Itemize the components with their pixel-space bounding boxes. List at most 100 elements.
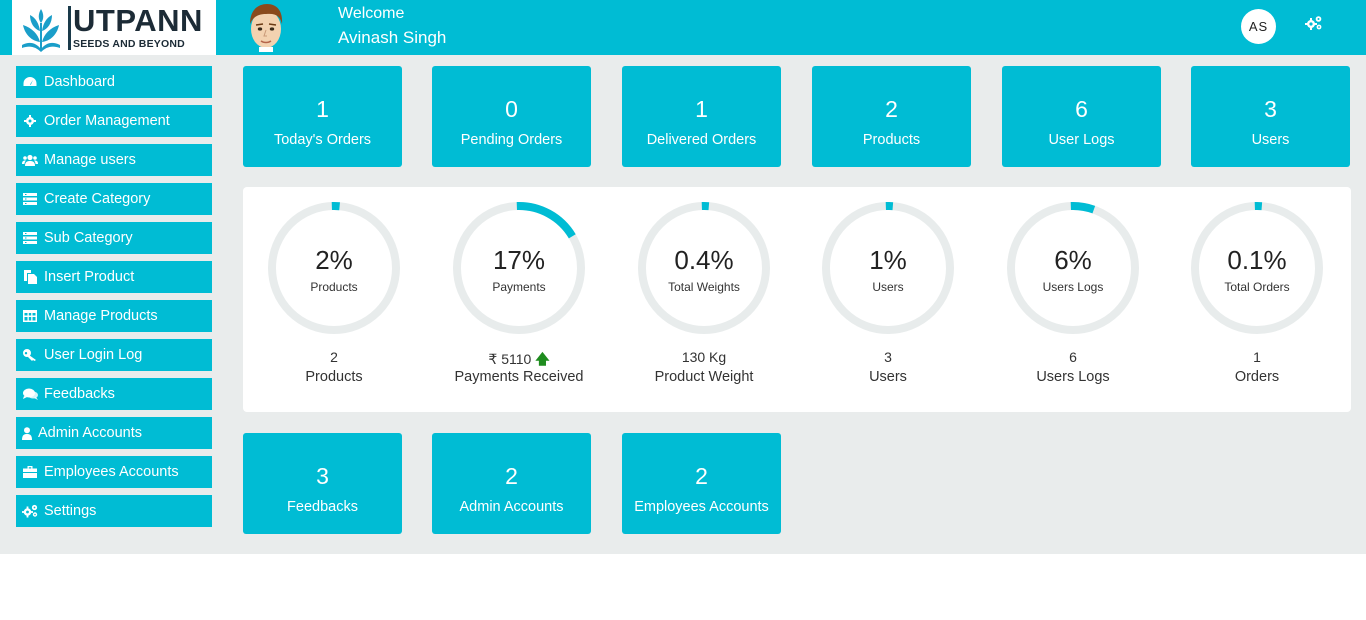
tile-label: Products <box>862 132 921 148</box>
tile-products[interactable]: 2 Products <box>812 66 971 167</box>
gauge-caption: Payments Received <box>454 369 584 385</box>
gauge-caption: Orders <box>1234 369 1280 385</box>
list-icon <box>22 192 38 206</box>
sidebar-nav: Dashboard Order Management Manage users … <box>16 66 212 534</box>
sidebar-item-label: Sub Category <box>44 230 133 246</box>
tile-delivered-orders[interactable]: 1 Delivered Orders <box>622 66 781 167</box>
sidebar-item-user-login-log[interactable]: User Login Log <box>16 339 212 371</box>
sidebar-item-label: Feedbacks <box>44 386 115 402</box>
tile-label: Delivered Orders <box>646 132 757 148</box>
gauge-caption: Users Logs <box>1036 369 1110 385</box>
gauge-total-orders: 0.1% Total Orders 1 Orders <box>1190 201 1324 385</box>
sidebar-item-dashboard[interactable]: Dashboard <box>16 66 212 98</box>
gauge-users-logs: 6% Users Logs 6 Users Logs <box>1006 201 1140 385</box>
tile-value: 6 <box>1075 96 1088 122</box>
tile-admin-accounts[interactable]: 2 Admin Accounts <box>432 433 591 534</box>
welcome-label: Welcome <box>338 5 405 22</box>
tile-value: 2 <box>885 96 898 122</box>
gauge-caption: Products <box>305 369 363 385</box>
brand-text: UTPANN SEEDS AND BEYOND <box>73 5 203 50</box>
gauge-value: 2 <box>237 349 431 365</box>
gauge-payments: 17% Payments ₹ 5110 🡅 Payments Received <box>452 201 586 385</box>
gauge-percent: 17% <box>492 245 546 275</box>
tile-value: 2 <box>505 463 518 489</box>
sidebar-item-feedbacks[interactable]: Feedbacks <box>16 378 212 410</box>
gauge-label: Products <box>310 280 358 294</box>
gauge-percent: 6% <box>1054 245 1092 275</box>
brand-tagline: SEEDS AND BEYOND <box>73 38 185 51</box>
comments-icon <box>22 387 38 401</box>
gauge-label: Total Weights <box>668 280 740 294</box>
sidebar-item-insert-product[interactable]: Insert Product <box>16 261 212 293</box>
sidebar-item-manage-users[interactable]: Manage users <box>16 144 212 176</box>
gauge-value-text: 2 <box>330 349 338 365</box>
brand-logo[interactable]: UTPANN SEEDS AND BEYOND <box>12 0 216 55</box>
sidebar-item-sub-category[interactable]: Sub Category <box>16 222 212 254</box>
user-initials-avatar[interactable]: AS <box>1241 9 1276 44</box>
list-icon <box>22 231 38 245</box>
gears-icon <box>22 504 38 518</box>
user-icon <box>22 426 32 440</box>
tile-label: Today's Orders <box>273 132 372 148</box>
tile-users[interactable]: 3 Users <box>1191 66 1350 167</box>
copy-icon <box>22 270 38 284</box>
gauge-value: 130 Kg <box>607 349 801 365</box>
users-icon <box>22 153 38 167</box>
gauge-value-text: 130 Kg <box>681 349 727 365</box>
welcome-block: Welcome Avinash Singh <box>338 5 446 48</box>
sidebar-item-employees-accounts[interactable]: Employees Accounts <box>16 456 212 488</box>
tile-value: 3 <box>316 463 329 489</box>
sidebar-item-label: User Login Log <box>44 347 143 363</box>
tile-value: 0 <box>505 96 518 122</box>
user-name: Avinash Singh <box>338 28 447 47</box>
tile-todays-orders[interactable]: 1 Today's Orders <box>243 66 402 167</box>
gauge-products: 2% Products 2 Products <box>267 201 401 385</box>
sidebar-item-label: Insert Product <box>44 269 135 285</box>
tile-pending-orders[interactable]: 0 Pending Orders <box>432 66 591 167</box>
tile-label: Pending Orders <box>460 132 563 148</box>
sidebar-item-label: Settings <box>44 503 97 519</box>
tile-employees-accounts[interactable]: 2 Employees Accounts <box>622 433 781 534</box>
sidebar-item-label: Manage Products <box>44 308 158 324</box>
tile-feedbacks[interactable]: 3 Feedbacks <box>243 433 402 534</box>
gear-icon <box>22 114 38 128</box>
sidebar-item-label: Employees Accounts <box>44 464 179 480</box>
gauge-value: 3 <box>791 349 985 365</box>
tile-label: Admin Accounts <box>459 499 564 515</box>
gauge-percent: 1% <box>869 245 907 275</box>
tile-label: Employees Accounts <box>634 499 769 515</box>
table-icon <box>22 309 38 323</box>
gauge-value-text: 1 <box>1253 349 1261 365</box>
gauge-caption: Users <box>869 369 907 385</box>
sidebar-item-order-management[interactable]: Order Management <box>16 105 212 137</box>
settings-gears-icon[interactable] <box>1305 15 1323 31</box>
sidebar-item-create-category[interactable]: Create Category <box>16 183 212 215</box>
gauge-value: 6 <box>976 349 1170 365</box>
brand-name: UTPANN <box>73 3 203 39</box>
tile-user-logs[interactable]: 6 User Logs <box>1002 66 1161 167</box>
sidebar-item-label: Order Management <box>44 113 170 129</box>
gauge-value-text: ₹ 5110 <box>488 351 532 367</box>
tile-value: 1 <box>695 96 708 122</box>
gauge-users: 1% Users 3 Users <box>821 201 955 385</box>
dashboard-icon <box>22 75 38 89</box>
top-header: UTPANN SEEDS AND BEYOND Welcome Avinash … <box>0 0 1366 55</box>
tile-label: User Logs <box>1048 132 1115 148</box>
sidebar-item-manage-products[interactable]: Manage Products <box>16 300 212 332</box>
gauge-percent: 2% <box>315 245 353 275</box>
gauge-percent: 0.4% <box>674 245 734 275</box>
dashboard-app: UTPANN SEEDS AND BEYOND Welcome Avinash … <box>0 0 1366 554</box>
sidebar-item-settings[interactable]: Settings <box>16 495 212 527</box>
sidebar-item-label: Admin Accounts <box>38 425 142 441</box>
tile-value: 3 <box>1264 96 1277 122</box>
user-avatar-illustration-icon[interactable] <box>244 2 288 52</box>
wheat-logo-icon <box>22 8 60 52</box>
sidebar-item-admin-accounts[interactable]: Admin Accounts <box>16 417 212 449</box>
gauge-caption: Product Weight <box>654 369 754 385</box>
arrow-up-icon: 🡅 <box>535 351 550 367</box>
gauge-value-text: 6 <box>1069 349 1077 365</box>
gauge-value: 1 <box>1160 349 1354 365</box>
key-icon <box>22 348 38 362</box>
gauge-label: Users Logs <box>1042 280 1104 294</box>
progress-panel: 2% Products 2 Products 17% Payments ₹ 51… <box>243 187 1351 412</box>
